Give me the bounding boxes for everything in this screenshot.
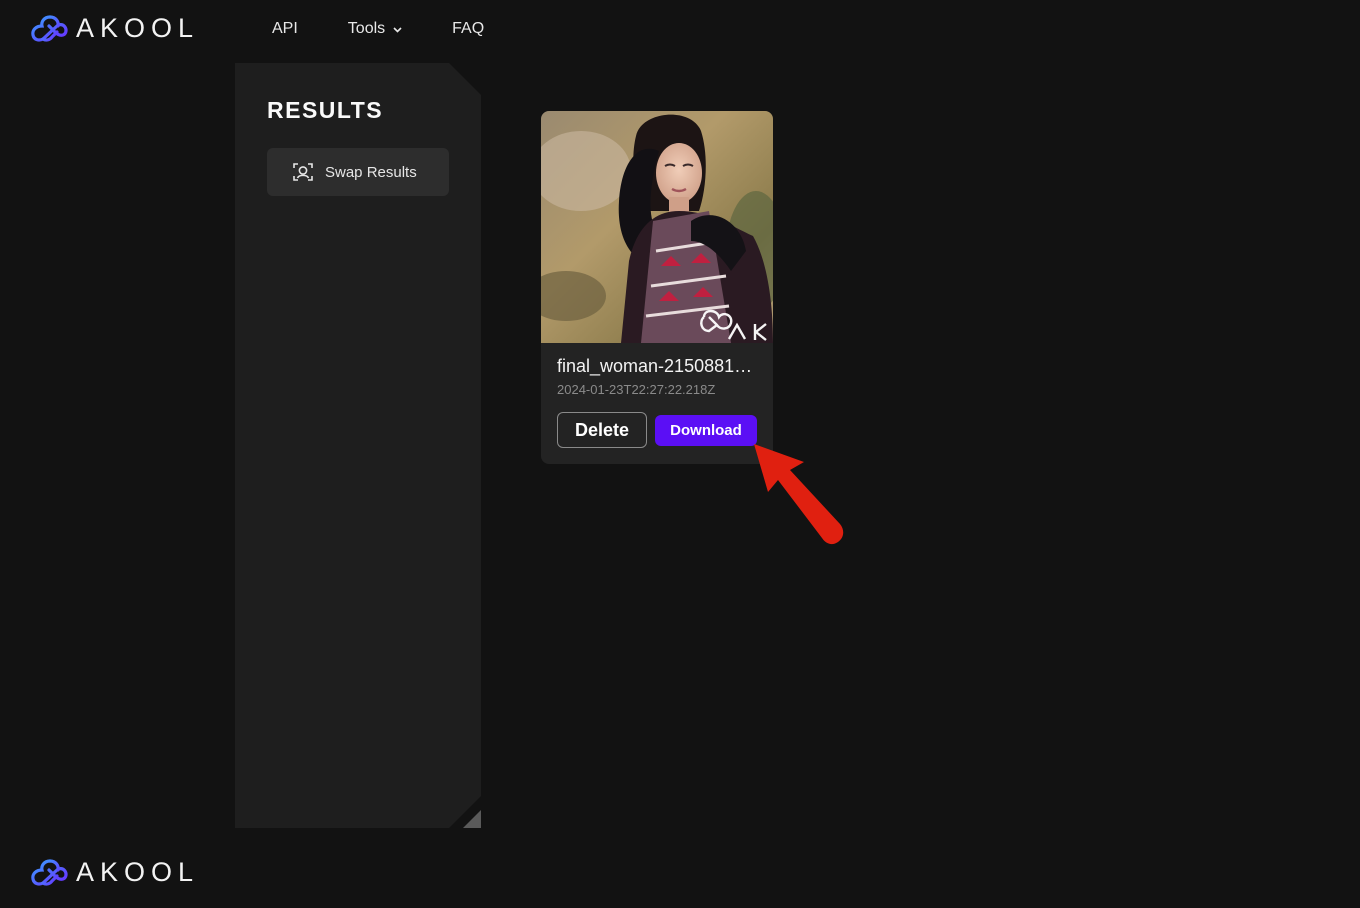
nav-faq-label: FAQ — [452, 20, 485, 37]
result-timestamp: 2024-01-23T22:27:22.218Z — [557, 382, 716, 397]
akool-logo[interactable]: AKOOL — [30, 12, 199, 44]
results-sidebar: RESULTS Swap Results — [235, 63, 481, 828]
top-navbar: AKOOL API Tools FAQ — [0, 0, 1360, 62]
nav-tools[interactable]: Tools — [348, 20, 402, 38]
footer-logo-wordmark: AKOOL — [76, 856, 200, 887]
footer-akool-logo[interactable]: AKOOL — [30, 856, 199, 888]
nav-faq[interactable]: FAQ — [452, 20, 484, 38]
logo-wordmark: AKOOL — [76, 12, 200, 43]
result-thumbnail[interactable] — [541, 111, 773, 343]
face-scan-icon — [293, 163, 313, 181]
sidebar-title: RESULTS — [267, 97, 384, 123]
resize-corner-icon — [463, 810, 481, 828]
swap-results-button[interactable]: Swap Results — [267, 148, 449, 196]
swap-results-label: Swap Results — [325, 163, 417, 181]
nav-api[interactable]: API — [272, 20, 298, 38]
nav-api-label: API — [272, 20, 298, 37]
download-button[interactable]: Download — [655, 415, 757, 446]
result-card: final_woman-2150881… 2024-01-23T22:27:22… — [541, 111, 773, 464]
main-nav: API Tools FAQ — [272, 20, 534, 38]
akool-cloud-logo-icon — [31, 859, 68, 886]
result-filename: final_woman-2150881… — [557, 356, 753, 376]
chevron-down-icon — [393, 20, 402, 38]
nav-tools-label: Tools — [347, 20, 386, 37]
delete-button[interactable]: Delete — [557, 412, 647, 448]
annotation-arrow-icon — [754, 444, 844, 545]
akool-cloud-logo-icon — [31, 15, 68, 42]
